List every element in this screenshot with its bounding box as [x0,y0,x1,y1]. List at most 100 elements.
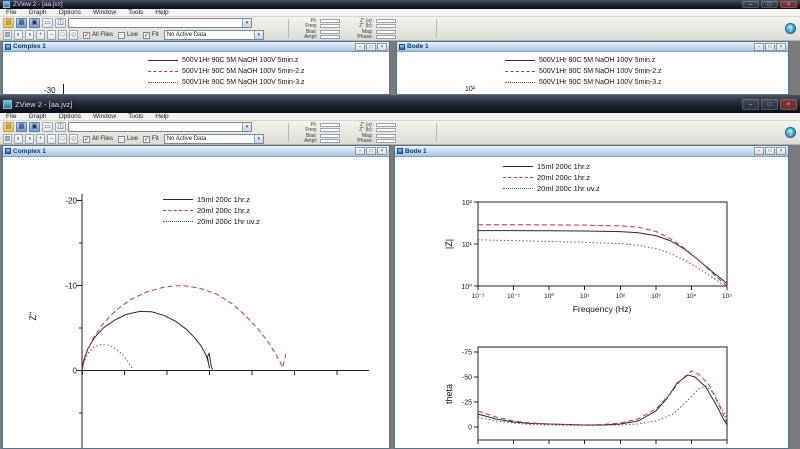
chevron-down-icon[interactable]: ▾ [253,135,263,143]
chevron-down-icon[interactable]: ▾ [242,19,251,27]
child-maximize-button[interactable]: □ [765,42,775,51]
open-file-icon[interactable]: ▤ [3,18,14,28]
menu-tools[interactable]: Tools [122,113,149,120]
zoom-in-icon[interactable]: + [36,134,45,144]
app-window-bottom: ZView 2 - [aa.jvz] – □ × File Graph Opti… [0,95,800,449]
help-icon[interactable]: ? [785,127,796,138]
copy-icon[interactable]: ◫ [55,18,66,28]
all-files-checkbox[interactable]: ✓ [83,31,90,39]
minimize-button[interactable]: – [742,1,759,8]
zoom-in-icon[interactable]: + [36,30,45,40]
x-tick-label: 10⁻¹ [507,293,521,300]
legend-label: 500V1Hr 90C 5M NaOH 100V 5min-2.z [539,68,662,75]
maximize-button[interactable]: □ [761,98,778,110]
all-files-checkbox[interactable]: ✓ [83,135,90,143]
live-checkbox[interactable] [118,135,126,143]
child-title-bar[interactable]: Bode 1 – □ × [395,146,788,157]
bode-graph-icon[interactable]: ◑ [25,30,34,40]
window-title: ZView 2 - [aa.jvz] [15,99,73,109]
menu-window[interactable]: Window [87,113,122,120]
child-maximize-button[interactable]: □ [366,147,376,155]
child-minimize-button[interactable]: – [355,42,365,51]
chevron-down-icon[interactable]: ▾ [242,123,251,131]
save-all-icon[interactable]: ▣ [29,18,40,28]
x-tick-label: 10⁰ [544,292,554,300]
x-tick-label: 10⁴ [686,293,696,300]
print-icon[interactable]: ▭ [42,122,53,132]
x-tick-label: 10² [616,293,626,300]
complex-graph-icon[interactable]: ◐ [14,30,23,40]
menu-help[interactable]: Help [149,9,174,16]
menu-file[interactable]: File [0,9,22,16]
close-button[interactable]: × [780,98,797,110]
axes [474,201,728,444]
menu-options[interactable]: Options [53,113,87,120]
file-combo[interactable]: ▾ [68,122,252,132]
complex-graph-icon[interactable]: ◐ [14,134,23,144]
crosshair-icon[interactable]: ◇ [69,30,78,40]
legend-label: 500V1Hr 90C 5M NaOH 100V 5min.z [182,57,299,64]
child-title-bar[interactable]: Complex 1 – □ × [3,42,389,52]
child-maximize-button[interactable]: □ [765,147,775,155]
child-close-button[interactable]: × [776,147,786,155]
active-data-select[interactable]: No Active Data ▾ [163,30,264,40]
title-bar[interactable]: ZView 2 - [aa.jvz] – □ × [0,95,800,113]
axes [77,194,369,448]
menu-window[interactable]: Window [87,9,122,16]
menu-options[interactable]: Options [53,9,87,16]
legend-label: 20ml 200c 1hr uv.z [197,217,260,226]
bode-plot-area[interactable]: 500V1Hr 90C 5M NaOH 100V 5min.z 500V1Hr … [397,53,788,94]
menu-graph[interactable]: Graph [22,113,52,120]
menu-graph[interactable]: Graph [22,9,52,16]
data-table-icon[interactable]: ▧ [3,134,12,144]
complex-window[interactable]: Complex 1 – □ × 500V1Hr 90C 5M NaOH 100V… [2,41,390,95]
child-minimize-button[interactable]: – [754,42,764,51]
child-close-button[interactable]: × [377,42,387,51]
complex-window[interactable]: Complex 1 – □ × -20 -10 0 Z'' 15ml 200c … [2,145,390,449]
nyquist-plot-area[interactable]: 500V1Hr 90C 5M NaOH 100V 5min.z 500V1Hr … [3,53,389,94]
bode-plot-area[interactable]: 10² 10¹ 10⁰ 10⁻² 10⁻¹ 10⁰ 10¹ 10² 10³ 10… [395,158,788,448]
open-file-icon[interactable]: ▤ [3,122,14,132]
mdi-area: Complex 1 – □ × -20 -10 0 Z'' 15ml 200c … [0,145,800,449]
menu-help[interactable]: Help [149,113,174,120]
child-title-bar[interactable]: Complex 1 – □ × [3,146,389,157]
live-checkbox[interactable] [118,31,126,39]
title-bar[interactable]: ZView 2 - [aa.jvz] – □ × [0,0,800,9]
close-button[interactable]: × [780,1,797,8]
x-tick-label: 10¹ [580,293,590,300]
fit-checkbox[interactable]: ✓ [143,135,151,143]
file-combo[interactable]: ▾ [68,18,252,28]
nyquist-plot-area[interactable]: -20 -10 0 Z'' 15ml 200c 1hr.z 20ml 200c … [3,158,389,448]
app-icon [3,99,12,109]
minimize-button[interactable]: – [742,98,759,110]
autoscale-icon[interactable]: □ [58,134,67,144]
child-title-bar[interactable]: Bode 1 – □ × [397,42,788,52]
autoscale-icon[interactable]: □ [58,30,67,40]
print-icon[interactable]: ▭ [42,18,53,28]
crosshair-icon[interactable]: ◇ [69,134,78,144]
zoom-out-icon[interactable]: − [47,30,56,40]
menu-bar: File Graph Options Window Tools Help [0,113,800,121]
menu-tools[interactable]: Tools [122,9,149,16]
fit-checkbox[interactable]: ✓ [143,31,151,39]
menu-file[interactable]: File [0,113,22,120]
maximize-button[interactable]: □ [761,1,778,8]
active-data-select[interactable]: No Active Data ▾ [163,134,264,144]
data-table-icon[interactable]: ▧ [3,30,12,40]
help-icon[interactable]: ? [785,23,796,34]
zoom-out-icon[interactable]: − [47,134,56,144]
copy-icon[interactable]: ◫ [55,122,66,132]
child-close-button[interactable]: × [776,42,786,51]
child-close-button[interactable]: × [377,147,387,155]
chevron-down-icon[interactable]: ▾ [253,31,263,39]
bode-window[interactable]: Bode 1 – □ × 10² 10¹ 10⁰ 10⁻² 10⁻¹ 10⁰ 1… [394,145,789,449]
bode-graph-icon[interactable]: ◑ [25,134,34,144]
save-icon[interactable]: ▦ [16,18,27,28]
child-minimize-button[interactable]: – [355,147,365,155]
child-maximize-button[interactable]: □ [366,42,376,51]
child-minimize-button[interactable]: – [754,147,764,155]
save-icon[interactable]: ▦ [16,122,27,132]
bode-window[interactable]: Bode 1 – □ × 500V1Hr 90C 5M NaOH 100V 5m… [396,41,789,95]
bode-plot[interactable]: 10² 10¹ 10⁰ 10⁻² 10⁻¹ 10⁰ 10¹ 10² 10³ 10… [395,158,788,448]
save-all-icon[interactable]: ▣ [29,122,40,132]
